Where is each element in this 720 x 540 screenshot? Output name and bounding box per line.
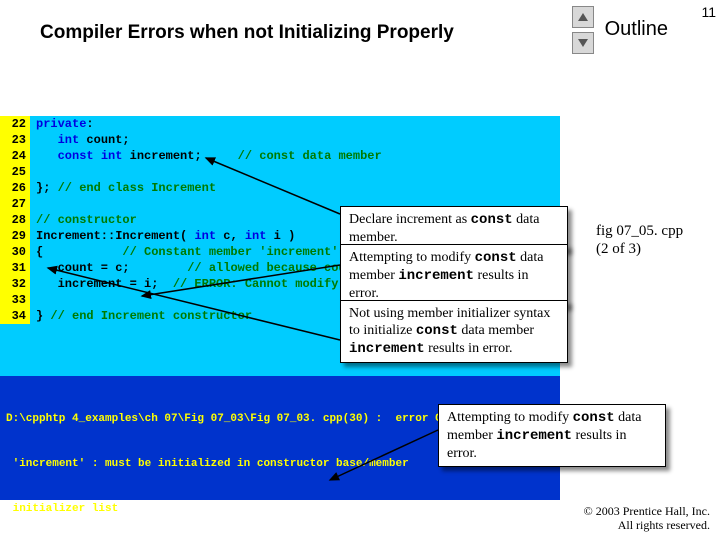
- error-line: initializer list: [6, 502, 554, 517]
- line-number: 27: [0, 196, 30, 212]
- callout-code: const: [416, 323, 458, 339]
- page-number: 11: [701, 4, 716, 20]
- code-comment: // constructor: [36, 213, 137, 227]
- code-text: Increment::Increment( int c, int i ): [30, 229, 295, 243]
- line-number: 31: [0, 260, 30, 276]
- callout-text: Declare increment as: [349, 212, 471, 227]
- code-text: [30, 197, 36, 211]
- file-reference: fig 07_05. cpp (2 of 3): [596, 222, 716, 258]
- code-line: 25: [0, 164, 560, 180]
- header: Compiler Errors when not Initializing Pr…: [0, 0, 720, 60]
- callout-code: increment: [496, 428, 572, 444]
- slide-root: Compiler Errors when not Initializing Pr…: [0, 0, 720, 540]
- callout-code: const: [475, 250, 517, 266]
- code-text: count = c;: [30, 261, 130, 275]
- copyright: © 2003 Prentice Hall, Inc. All rights re…: [584, 504, 710, 532]
- chevron-up-icon: [578, 13, 588, 21]
- callout-modify-error-2: Attempting to modify const data member i…: [438, 404, 666, 467]
- line-number: 25: [0, 164, 30, 180]
- code-text: {: [30, 245, 43, 259]
- code-text: };: [30, 181, 58, 195]
- code-text: [30, 293, 36, 307]
- callout-code: increment: [349, 341, 425, 357]
- copyright-line1: © 2003 Prentice Hall, Inc.: [584, 504, 710, 518]
- callout-text: Attempting to modify: [349, 250, 475, 265]
- callout-no-initializer: Not using member initializer syntax to i…: [340, 300, 568, 363]
- scroll-up-button[interactable]: [572, 6, 594, 28]
- code-line: 23 int count;: [0, 132, 560, 148]
- file-part: (2 of 3): [596, 240, 716, 258]
- callout-code: increment: [398, 268, 474, 284]
- outline-label: Outline: [605, 18, 668, 41]
- line-number: 33: [0, 292, 30, 308]
- line-number: 22: [0, 116, 30, 132]
- callout-code: const: [471, 212, 513, 228]
- code-text: int count;: [30, 133, 130, 147]
- line-number: 28: [0, 212, 30, 228]
- code-line: 24 const int increment; // const data me…: [0, 148, 560, 164]
- code-text: increment = i;: [30, 277, 158, 291]
- code-text: }: [30, 309, 50, 323]
- line-number: 23: [0, 132, 30, 148]
- code-text: const int increment;: [30, 149, 202, 163]
- line-number: 29: [0, 228, 30, 244]
- callout-text: Attempting to modify: [447, 410, 573, 425]
- file-name: fig 07_05. cpp: [596, 222, 716, 240]
- code-comment: // const data member: [202, 149, 382, 163]
- code-text: private:: [30, 117, 94, 131]
- line-number: 30: [0, 244, 30, 260]
- callout-code: const: [573, 410, 615, 426]
- line-number: 34: [0, 308, 30, 324]
- code-comment: // end Increment constructor: [50, 309, 252, 323]
- line-number: 32: [0, 276, 30, 292]
- line-number: 24: [0, 148, 30, 164]
- slide-title: Compiler Errors when not Initializing Pr…: [40, 22, 454, 44]
- callout-text: results in error.: [425, 341, 513, 356]
- code-comment: // end class Increment: [58, 181, 216, 195]
- code-line: 26}; // end class Increment: [0, 180, 560, 196]
- code-line: 22private:: [0, 116, 560, 132]
- line-number: 26: [0, 180, 30, 196]
- callout-modify-error-1: Attempting to modify const data member i…: [340, 244, 568, 307]
- chevron-down-icon: [578, 39, 588, 47]
- callout-text: data member: [458, 323, 534, 338]
- scroll-down-button[interactable]: [572, 32, 594, 54]
- code-text: [30, 165, 36, 179]
- copyright-line2: All rights reserved.: [584, 518, 710, 532]
